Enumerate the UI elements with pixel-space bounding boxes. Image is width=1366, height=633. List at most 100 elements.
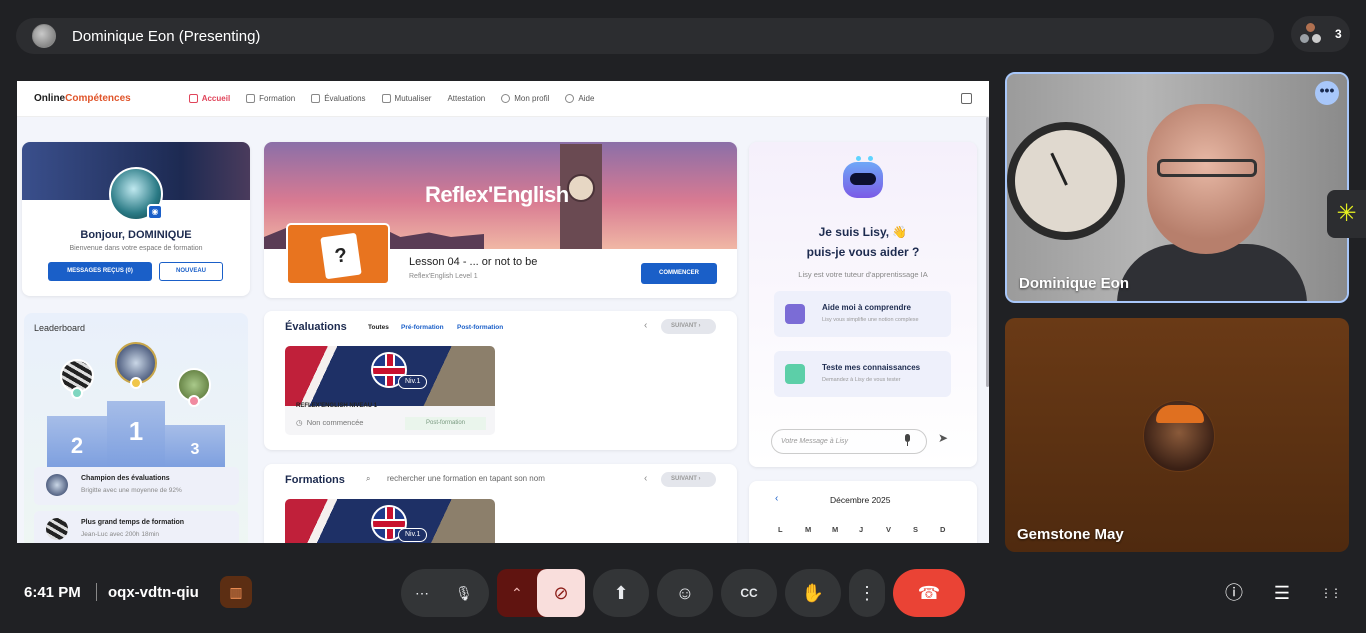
presenter-bar[interactable]: Dominique Eon (Presenting) (16, 18, 1274, 54)
profile-card: ◉ Bonjour, DOMINIQUE Bienvenue dans votr… (22, 142, 250, 296)
participant-name: Gemstone May (1017, 526, 1124, 543)
host-controls-icon[interactable]: ▥ (220, 576, 252, 608)
lisy-action-understand[interactable]: Aide moi à comprendre Lisy vous simplifi… (774, 291, 951, 337)
greeting-subtitle: Bienvenue dans votre espace de formation (69, 245, 203, 252)
action-subtitle: Demandez à Lisy de vous tester (822, 377, 901, 383)
user-icon (501, 94, 511, 103)
info-icon[interactable]: ⓘ (1219, 578, 1249, 608)
nav-accueil[interactable]: Accueil (188, 94, 230, 103)
formations-card: Formations ⌕ rechercher une formation en… (264, 464, 737, 543)
participants-button[interactable]: 3 (1291, 16, 1350, 52)
podium-third: 3 (165, 425, 225, 468)
start-button[interactable]: COMMENCER (641, 263, 717, 284)
lesson-subtitle: Reflex'English Level 1 (409, 273, 478, 280)
level-badge: Niv.1 (398, 375, 428, 389)
course-tag: Post-formation (405, 417, 486, 430)
apps-icon[interactable]: ⋮⋮ (1315, 578, 1345, 608)
weekday: V (886, 525, 892, 534)
medal-icon (188, 395, 200, 407)
course-image: Niv.1 (285, 346, 495, 406)
weekday: L (778, 525, 783, 534)
chat-icon[interactable]: ☰ (1267, 578, 1297, 608)
presenter-title: Dominique Eon (Presenting) (72, 27, 261, 45)
more-options-button[interactable]: ••• (1315, 81, 1339, 105)
send-icon[interactable]: ➤ (938, 431, 948, 445)
book-icon (785, 304, 805, 324)
divider (96, 583, 97, 601)
evaluation-course-card[interactable]: Niv.1 REFLEX'ENGLISH NIVEAU 1 ◷ Non comm… (285, 346, 495, 435)
app-nav: OnlineCompétences Accueil Formation Éval… (17, 81, 989, 117)
end-call-button[interactable]: ☎ (893, 569, 965, 617)
formations-title: Formations (285, 474, 345, 486)
raise-hand-button[interactable]: ✋ (785, 569, 841, 617)
prev-arrow-icon[interactable]: ‹ (644, 473, 647, 484)
filter-pre-formation[interactable]: Pré-formation (401, 324, 444, 331)
nav-evaluations[interactable]: Évaluations (311, 94, 366, 103)
microphone-icon[interactable] (903, 434, 912, 446)
new-button[interactable]: NOUVEAU (159, 262, 223, 281)
nav-attestation[interactable]: Attestation (447, 94, 485, 103)
robot-eye (856, 156, 861, 161)
leaderboard-row[interactable]: Plus grand temps de formation Jean-Luc a… (34, 511, 239, 543)
meeting-code: oqx-vdtn-qiu (108, 584, 199, 601)
nav-mutualiser[interactable]: Mutualiser (381, 94, 431, 103)
more-audio-options[interactable]: ⋯ (415, 585, 429, 601)
camera-options-chevron[interactable]: ⌃ (511, 569, 523, 617)
row-subtitle: Jean-Luc avec 200h 18min (81, 531, 160, 538)
filter-toutes[interactable]: Toutes (368, 324, 389, 331)
more-options-button[interactable]: ⋮ (849, 569, 885, 617)
course-image: Niv.1 (285, 499, 495, 543)
evaluations-card: Évaluations Toutes Pré-formation Post-fo… (264, 311, 737, 450)
nav-formation[interactable]: Formation (246, 94, 295, 103)
help-icon (565, 94, 575, 103)
nav-profil[interactable]: Mon profil (501, 94, 549, 103)
avatar (46, 474, 68, 496)
messages-button[interactable]: MESSAGES REÇUS (0) (48, 262, 152, 281)
captions-button[interactable]: CC (721, 569, 777, 617)
row-title: Champion des évaluations (81, 475, 170, 482)
evaluation-icon (311, 94, 321, 103)
presenter-avatar (32, 24, 56, 48)
medal-icon (71, 387, 83, 399)
microphone-icon[interactable]: 🎙 (455, 569, 473, 617)
next-button[interactable]: SUIVANT › (661, 319, 716, 334)
prev-arrow-icon[interactable]: ‹ (644, 320, 647, 331)
weekday: J (859, 525, 864, 534)
lisy-heading-1: Je suis Lisy, 👋 (818, 225, 908, 239)
sparkle-icon[interactable]: ✳ (1327, 190, 1366, 238)
participant-video (1117, 104, 1307, 301)
logout-icon[interactable] (961, 93, 972, 104)
participant-tile-gemstone[interactable]: Gemstone May (1005, 318, 1349, 552)
nav-aide[interactable]: Aide (565, 94, 594, 103)
diamond-icon (785, 364, 805, 384)
course-status: ◷ Non commencée (296, 418, 364, 427)
course-title: REFLEX'ENGLISH NIVEAU 1 (296, 403, 378, 409)
lesson-title: Lesson 04 - ... or not to be (409, 256, 538, 268)
weekday: M (832, 525, 839, 534)
participant-count: 3 (1335, 27, 1342, 41)
calendar-month: Décembre 2025 (830, 495, 891, 505)
row-title: Plus grand temps de formation (81, 519, 185, 526)
formation-search-input[interactable]: rechercher une formation en tapant son n… (387, 474, 565, 483)
next-button[interactable]: SUIVANT › (661, 472, 716, 487)
scrollbar[interactable] (986, 117, 989, 387)
participant-tile-dominique[interactable]: ••• Dominique Eon (1005, 72, 1349, 303)
camera-off-button[interactable]: ⊘ (537, 569, 585, 617)
lesson-card: Reflex'English ? Lesson 04 - ... or not … (264, 142, 737, 298)
filter-post-formation[interactable]: Post-formation (457, 324, 503, 331)
emoji-button[interactable]: ☺ (657, 569, 713, 617)
lisy-action-test[interactable]: Teste mes connaissances Demandez à Lisy … (774, 351, 951, 397)
robot-icon (843, 162, 883, 198)
podium-second: 2 (47, 416, 107, 468)
brand-logo[interactable]: OnlineCompétences (34, 93, 131, 104)
calendar-prev-icon[interactable]: ‹ (775, 493, 778, 504)
camera-icon[interactable]: ◉ (147, 204, 163, 220)
action-title: Teste mes connaissances (822, 363, 921, 372)
leaderboard-title: Leaderboard (34, 323, 86, 333)
home-icon (188, 94, 198, 103)
people-icon (1299, 22, 1323, 46)
shared-screen: OnlineCompétences Accueil Formation Éval… (17, 81, 989, 543)
leaderboard-row[interactable]: Champion des évaluations Brigitte avec u… (34, 467, 239, 505)
formation-course-card[interactable]: Niv.1 (285, 499, 495, 543)
present-screen-button[interactable]: ⬆ (593, 569, 649, 617)
